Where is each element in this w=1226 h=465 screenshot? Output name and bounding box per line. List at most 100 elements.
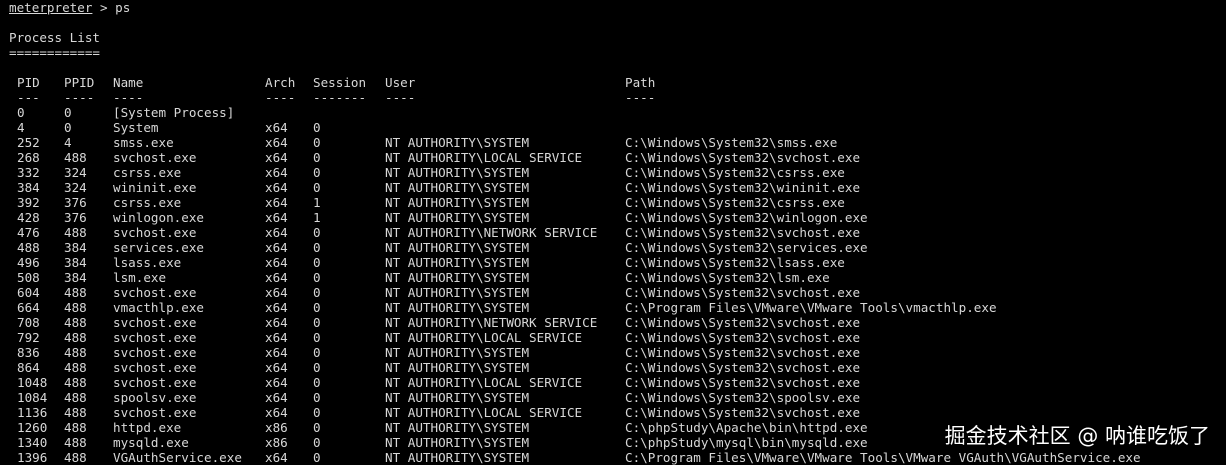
process-session: 0 <box>313 225 321 240</box>
list-title: Process List <box>9 30 100 45</box>
process-name: smss.exe <box>113 135 174 150</box>
process-path: C:\Program Files\VMware\VMware Tools\VMw… <box>625 450 1141 465</box>
process-session: 0 <box>313 330 321 345</box>
process-session: 0 <box>313 150 321 165</box>
process-path: C:\Windows\System32\svchost.exe <box>625 375 861 390</box>
process-session: 0 <box>313 135 321 150</box>
process-user: NT AUTHORITY\SYSTEM <box>385 165 530 180</box>
process-pid: 392 <box>17 195 40 210</box>
process-ppid: 488 <box>64 300 87 315</box>
process-user: NT AUTHORITY\SYSTEM <box>385 135 530 150</box>
process-session: 0 <box>313 420 321 435</box>
table-row: 664 488 vmacthlp.exe x64 0 NT AUTHORITY\SYSTE… <box>9 300 1226 315</box>
process-path: C:\Windows\System32\svchost.exe <box>625 345 861 360</box>
process-session: 1 <box>313 195 321 210</box>
process-pid: 1084 <box>17 390 48 405</box>
process-session: 0 <box>313 405 321 420</box>
process-ppid: 324 <box>64 180 87 195</box>
process-ppid: 488 <box>64 405 87 420</box>
process-arch: x64 <box>265 390 288 405</box>
process-name: svchost.exe <box>113 150 197 165</box>
table-row: 508 384 lsm.exe x64 0 NT AUTHORITY\SYSTEM C:\W… <box>9 270 1226 285</box>
process-user: NT AUTHORITY\NETWORK SERVICE <box>385 315 598 330</box>
process-ppid: 488 <box>64 330 87 345</box>
process-name: lsass.exe <box>113 255 182 270</box>
header-user: User <box>385 75 416 90</box>
process-user: NT AUTHORITY\SYSTEM <box>385 300 530 315</box>
process-path: C:\Windows\System32\wininit.exe <box>625 180 861 195</box>
process-pid: 836 <box>17 345 40 360</box>
process-name: [System Process] <box>113 105 235 120</box>
process-arch: x64 <box>265 330 288 345</box>
process-session: 0 <box>313 390 321 405</box>
process-arch: x64 <box>265 315 288 330</box>
process-name: System <box>113 120 159 135</box>
process-user: NT AUTHORITY\SYSTEM <box>385 180 530 195</box>
process-path: C:\Windows\System32\svchost.exe <box>625 285 861 300</box>
process-pid: 664 <box>17 300 40 315</box>
process-arch: x64 <box>265 270 288 285</box>
process-ppid: 488 <box>64 435 87 450</box>
table-row: 708 488 svchost.exe x64 0 NT AUTHORITY\NETWOR… <box>9 315 1226 330</box>
process-pid: 488 <box>17 240 40 255</box>
process-ppid: 384 <box>64 240 87 255</box>
process-arch: x64 <box>265 225 288 240</box>
process-name: mysqld.exe <box>113 435 189 450</box>
process-name: svchost.exe <box>113 405 197 420</box>
process-user: NT AUTHORITY\SYSTEM <box>385 240 530 255</box>
process-pid: 428 <box>17 210 40 225</box>
process-session: 0 <box>313 450 321 465</box>
process-path: C:\phpStudy\Apache\bin\httpd.exe <box>625 420 868 435</box>
process-ppid: 0 <box>64 120 72 135</box>
process-path: C:\Windows\System32\svchost.exe <box>625 150 861 165</box>
table-row: 792 488 svchost.exe x64 0 NT AUTHORITY\LOCAL … <box>9 330 1226 345</box>
table-row: 604 488 svchost.exe x64 0 NT AUTHORITY\SYSTEM… <box>9 285 1226 300</box>
process-ppid: 488 <box>64 225 87 240</box>
process-session: 0 <box>313 345 321 360</box>
process-ppid: 488 <box>64 390 87 405</box>
table-header: PID PPID Name Arch Session User Path <box>9 75 1226 90</box>
table-row: 4 0 System x64 0 <box>9 120 1226 135</box>
process-pid: 384 <box>17 180 40 195</box>
process-session: 0 <box>313 120 321 135</box>
process-pid: 1048 <box>17 375 48 390</box>
process-path: C:\phpStudy\mysql\bin\mysqld.exe <box>625 435 868 450</box>
process-session: 0 <box>313 360 321 375</box>
terminal-output: meterpreter > ps Process List ==========… <box>9 0 1226 465</box>
process-path: C:\Windows\System32\lsm.exe <box>625 270 830 285</box>
process-pid: 4 <box>17 120 25 135</box>
process-session: 0 <box>313 165 321 180</box>
process-name: httpd.exe <box>113 420 182 435</box>
process-ppid: 488 <box>64 315 87 330</box>
process-path: C:\Program Files\VMware\VMware Tools\vma… <box>625 300 997 315</box>
process-user: NT AUTHORITY\LOCAL SERVICE <box>385 150 583 165</box>
process-ppid: 4 <box>64 135 72 150</box>
header-arch: Arch <box>265 75 296 90</box>
header-session: Session <box>313 75 367 90</box>
process-path: C:\Windows\System32\spoolsv.exe <box>625 390 861 405</box>
header-path: Path <box>625 75 656 90</box>
process-user: NT AUTHORITY\SYSTEM <box>385 270 530 285</box>
table-row: 428 376 winlogon.exe x64 1 NT AUTHORITY\SYSTE… <box>9 210 1226 225</box>
process-user: NT AUTHORITY\SYSTEM <box>385 285 530 300</box>
process-ppid: 488 <box>64 375 87 390</box>
table-row: 384 324 wininit.exe x64 0 NT AUTHORITY\SYSTEM… <box>9 180 1226 195</box>
process-arch: x64 <box>265 300 288 315</box>
process-ppid: 488 <box>64 345 87 360</box>
header-pid: PID <box>17 75 40 90</box>
underline-session: ------- <box>313 90 367 105</box>
watermark: 掘金技术社区 @ 呐谁吃饭了 <box>944 424 1210 448</box>
process-user: NT AUTHORITY\LOCAL SERVICE <box>385 375 583 390</box>
process-ppid: 488 <box>64 360 87 375</box>
process-arch: x86 <box>265 420 288 435</box>
process-path: C:\Windows\System32\svchost.exe <box>625 225 861 240</box>
process-name: svchost.exe <box>113 285 197 300</box>
process-path: C:\Windows\System32\lsass.exe <box>625 255 845 270</box>
process-pid: 604 <box>17 285 40 300</box>
process-session: 0 <box>313 255 321 270</box>
process-pid: 332 <box>17 165 40 180</box>
table-row: 392 376 csrss.exe x64 1 NT AUTHORITY\SYSTEM C:… <box>9 195 1226 210</box>
process-path: C:\Windows\System32\csrss.exe <box>625 195 845 210</box>
process-ppid: 384 <box>64 270 87 285</box>
